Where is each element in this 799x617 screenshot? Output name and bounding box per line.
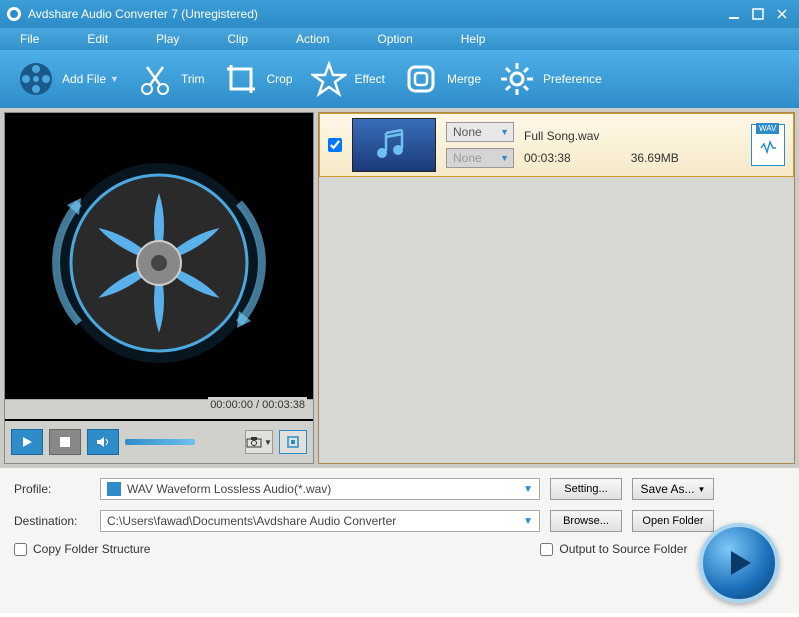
app-logo-icon	[6, 6, 22, 22]
volume-slider[interactable]	[125, 439, 195, 445]
chevron-down-icon: ▼	[698, 485, 706, 494]
trim-button[interactable]: Trim	[137, 61, 205, 97]
chevron-down-icon: ▼	[523, 516, 533, 527]
menu-action[interactable]: Action	[296, 32, 329, 46]
chevron-down-icon: ▼	[264, 438, 272, 447]
play-button[interactable]	[11, 429, 43, 455]
time-display: 00:00:00 / 00:03:38	[208, 397, 307, 413]
volume-button[interactable]	[87, 429, 119, 455]
titlebar: Avdshare Audio Converter 7 (Unregistered…	[0, 0, 799, 28]
menu-edit[interactable]: Edit	[87, 32, 108, 46]
convert-button[interactable]	[699, 523, 779, 603]
preview-artwork	[49, 153, 269, 376]
fullscreen-button[interactable]	[279, 430, 307, 454]
menu-file[interactable]: File	[20, 32, 39, 46]
chevron-down-icon: ▼	[523, 484, 533, 495]
menu-play[interactable]: Play	[156, 32, 179, 46]
item-size: 36.69MB	[631, 151, 679, 165]
item-duration: 00:03:38	[524, 151, 571, 165]
merge-icon	[403, 61, 439, 97]
gear-icon	[499, 61, 535, 97]
snapshot-button[interactable]: ▼	[245, 430, 273, 454]
effect-button[interactable]: Effect	[311, 61, 385, 97]
toolbar: Add File▼ Trim Crop Effect Merge Prefere…	[0, 50, 799, 108]
item-selects: None▼ None▼	[446, 122, 514, 168]
stop-button[interactable]	[49, 429, 81, 455]
maximize-button[interactable]	[747, 6, 769, 22]
minimize-button[interactable]	[723, 6, 745, 22]
output-source-checkbox[interactable]: Output to Source Folder	[540, 542, 687, 556]
bottom-panel: Profile: WAV Waveform Lossless Audio(*.w…	[0, 468, 799, 613]
save-as-button[interactable]: Save As...▼	[632, 478, 714, 500]
browse-button[interactable]: Browse...	[550, 510, 622, 532]
item-checkbox[interactable]	[328, 138, 342, 152]
preview-panel: 00:00:00 / 00:03:38 ▼	[4, 112, 314, 464]
crop-button[interactable]: Crop	[223, 61, 293, 97]
menu-clip[interactable]: Clip	[227, 32, 248, 46]
scissors-icon	[137, 61, 173, 97]
crop-icon	[223, 61, 259, 97]
destination-field[interactable]: C:\Users\fawad\Documents\Avdshare Audio …	[100, 510, 540, 532]
menu-option[interactable]: Option	[377, 32, 412, 46]
menu-help[interactable]: Help	[461, 32, 486, 46]
film-reel-icon	[18, 61, 54, 97]
preference-button[interactable]: Preference	[499, 61, 602, 97]
main-area: 00:00:00 / 00:03:38 ▼ None▼ None▼ Full S…	[0, 108, 799, 468]
close-button[interactable]	[771, 6, 793, 22]
star-icon	[311, 61, 347, 97]
item-thumbnail	[352, 118, 436, 172]
file-list: None▼ None▼ Full Song.wav 00:03:38 36.69…	[318, 112, 795, 464]
merge-button[interactable]: Merge	[403, 61, 481, 97]
chevron-down-icon: ▼	[110, 74, 119, 84]
profile-label: Profile:	[14, 482, 90, 496]
item-info: Full Song.wav 00:03:38 36.69MB	[524, 125, 741, 165]
window-title: Avdshare Audio Converter 7 (Unregistered…	[28, 7, 721, 21]
destination-label: Destination:	[14, 514, 90, 528]
menubar: File Edit Play Clip Action Option Help	[0, 28, 799, 50]
preview-controls: ▼	[5, 421, 313, 463]
list-item[interactable]: None▼ None▼ Full Song.wav 00:03:38 36.69…	[319, 113, 794, 177]
add-file-button[interactable]: Add File▼	[18, 61, 119, 97]
format-icon: WAV	[751, 124, 785, 166]
chevron-down-icon: ▼	[500, 127, 509, 137]
item-filename: Full Song.wav	[524, 129, 741, 143]
open-folder-button[interactable]: Open Folder	[632, 510, 714, 532]
setting-button[interactable]: Setting...	[550, 478, 622, 500]
copy-folder-checkbox[interactable]: Copy Folder Structure	[14, 542, 150, 556]
subtitle-select: None▼	[446, 148, 514, 168]
format-badge-icon	[107, 482, 121, 496]
profile-select[interactable]: WAV Waveform Lossless Audio(*.wav) ▼	[100, 478, 540, 500]
chevron-down-icon: ▼	[500, 153, 509, 163]
audio-select[interactable]: None▼	[446, 122, 514, 142]
